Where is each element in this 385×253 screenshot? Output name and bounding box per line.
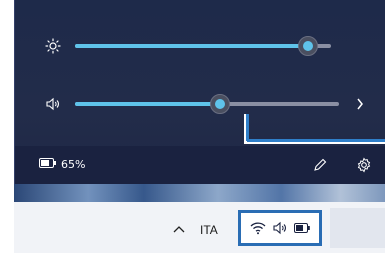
volume-slider-fill [75,102,220,106]
pencil-icon[interactable] [311,156,329,174]
brightness-slider-fill [75,44,308,48]
battery-icon [294,223,310,233]
quick-settings-flyout: 65% [14,0,385,184]
screen-edge [0,0,14,253]
battery-status[interactable]: 65% [39,158,85,171]
speaker-icon[interactable] [45,96,61,112]
speaker-icon [272,221,288,235]
desktop-wallpaper [14,184,385,202]
brightness-row [15,26,385,66]
quick-settings-footer: 65% [15,146,385,184]
volume-slider-thumb[interactable] [210,94,230,114]
brightness-slider-thumb[interactable] [298,36,318,56]
taskbar: ITA [14,202,385,253]
brightness-icon [45,38,61,54]
chevron-up-icon[interactable] [172,224,186,234]
battery-icon [39,158,57,171]
clock-area[interactable] [330,208,385,248]
volume-row [15,84,385,124]
volume-slider[interactable] [75,94,339,114]
system-tray-group[interactable] [238,210,322,246]
wifi-icon [250,221,266,235]
input-language[interactable]: ITA [200,223,218,237]
gear-icon[interactable] [355,156,373,174]
brightness-slider[interactable] [75,36,331,56]
chevron-right-icon[interactable] [354,96,366,112]
battery-percent: 65% [61,158,86,171]
